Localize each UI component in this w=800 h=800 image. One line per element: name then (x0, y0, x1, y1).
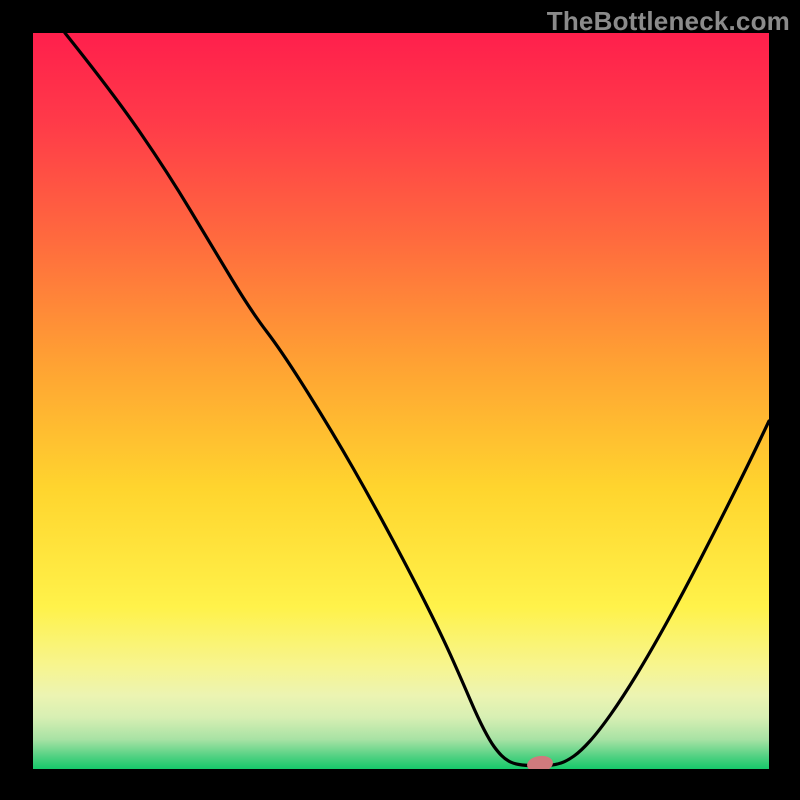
gradient-background (33, 33, 769, 769)
watermark-text: TheBottleneck.com (547, 6, 790, 37)
chart-svg (33, 33, 769, 769)
chart-frame: TheBottleneck.com (0, 0, 800, 800)
plot-area (33, 33, 769, 769)
